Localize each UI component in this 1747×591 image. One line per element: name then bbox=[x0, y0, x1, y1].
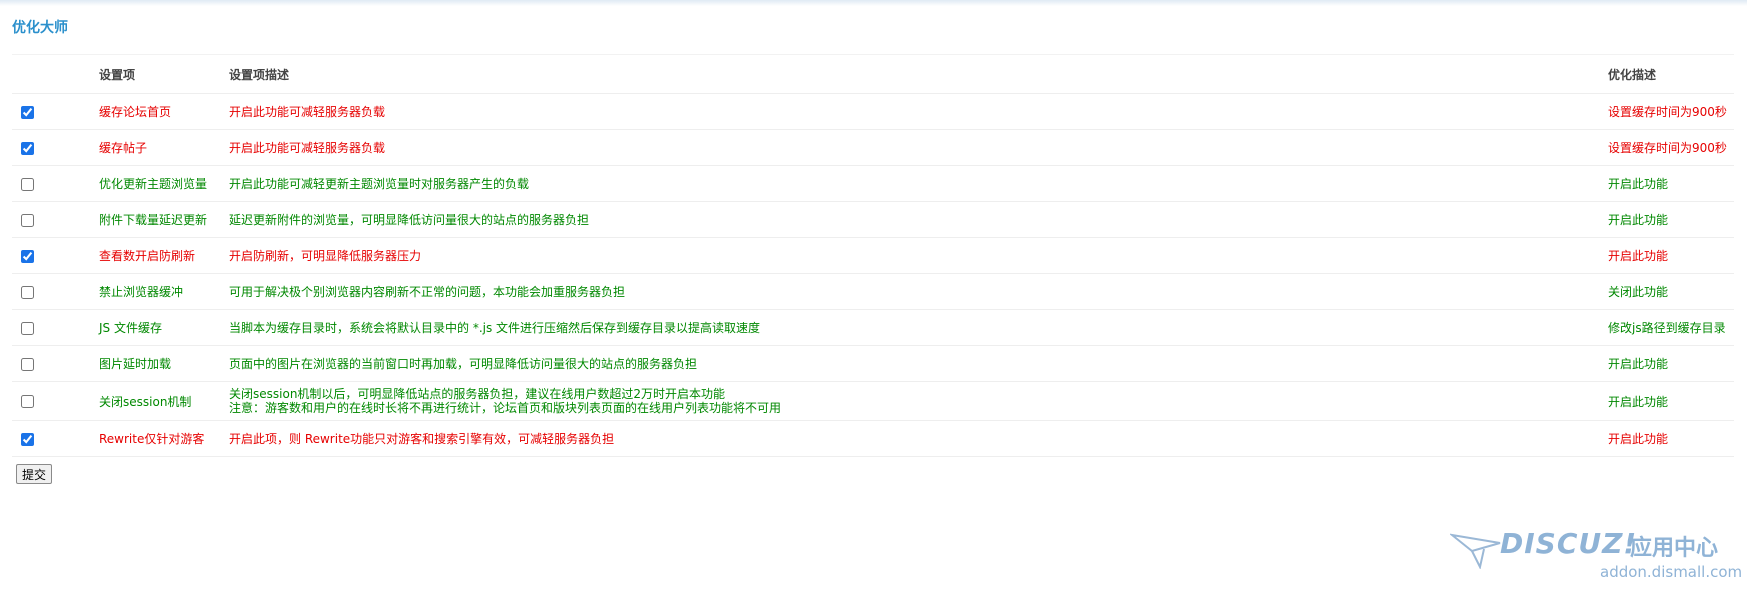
table-row: Rewrite仅针对游客 开启此项，则 Rewrite功能只对游客和搜索引擎有效，… bbox=[12, 420, 1734, 457]
optimization-description: 设置缓存时间为900秒 bbox=[1608, 93, 1734, 130]
row-checkbox-cell bbox=[12, 93, 99, 130]
description-line: 关闭session机制以后，可明显降低站点的服务器负担，建议在线用户数超过2万时… bbox=[229, 387, 726, 401]
top-gradient-bar bbox=[0, 0, 1747, 6]
description-line: 可用于解决极个别浏览器内容刷新不正常的问题，本功能会加重服务器负担 bbox=[229, 284, 626, 299]
optimization-description: 修改js路径到缓存目录 bbox=[1608, 309, 1734, 346]
row-checkbox-cell bbox=[12, 345, 99, 382]
table-row: 附件下载量延迟更新 延迟更新附件的浏览量，可明显降低访问量很大的站点的服务器负担 开… bbox=[12, 201, 1734, 238]
optimization-description: 开启此功能 bbox=[1608, 420, 1734, 457]
description-line: 注意：游客数和用户的在线时长将不再进行统计，论坛首页和版块列表页面的在线用户列表… bbox=[229, 401, 782, 415]
setting-checkbox[interactable] bbox=[21, 321, 34, 335]
row-checkbox-cell bbox=[12, 165, 99, 202]
setting-name: 优化更新主题浏览量 bbox=[99, 165, 229, 202]
optimization-description: 设置缓存时间为900秒 bbox=[1608, 129, 1734, 166]
setting-description: 开启此项，则 Rewrite功能只对游客和搜索引擎有效，可减轻服务器负担 bbox=[229, 420, 1608, 457]
table-row: 缓存论坛首页 开启此功能可减轻服务器负载 设置缓存时间为900秒 bbox=[12, 93, 1734, 130]
setting-checkbox[interactable] bbox=[21, 395, 34, 408]
setting-description: 开启此功能可减轻更新主题浏览量时对服务器产生的负载 bbox=[229, 165, 1608, 202]
setting-checkbox[interactable] bbox=[21, 285, 34, 299]
settings-table: 设置项 设置项描述 优化描述 缓存论坛首页 开启此功能可减轻服务器负载 设置缓存时间… bbox=[12, 54, 1734, 457]
table-row: JS 文件缓存 当脚本为缓存目录时，系统会将默认目录中的 *.js 文件进行压缩然… bbox=[12, 309, 1734, 346]
setting-name: JS 文件缓存 bbox=[99, 309, 229, 346]
setting-description: 当脚本为缓存目录时，系统会将默认目录中的 *.js 文件进行压缩然后保存到缓存目… bbox=[229, 309, 1608, 346]
setting-name: Rewrite仅针对游客 bbox=[99, 420, 229, 457]
setting-name: 查看数开启防刷新 bbox=[99, 237, 229, 274]
table-row: 缓存帖子 开启此功能可减轻服务器负载 设置缓存时间为900秒 bbox=[12, 129, 1734, 166]
setting-name: 缓存帖子 bbox=[99, 129, 229, 166]
row-checkbox-cell bbox=[12, 420, 99, 457]
description-line: 开启此功能可减轻更新主题浏览量时对服务器产生的负载 bbox=[229, 176, 530, 191]
setting-description: 开启此功能可减轻服务器负载 bbox=[229, 129, 1608, 166]
table-row: 查看数开启防刷新 开启防刷新，可明显降低服务器压力 开启此功能 bbox=[12, 237, 1734, 274]
watermark-brand: DISCUZ! bbox=[1500, 527, 1638, 560]
watermark-url: addon.dismall.com bbox=[1600, 563, 1743, 581]
setting-description: 延迟更新附件的浏览量，可明显降低访问量很大的站点的服务器负担 bbox=[229, 201, 1608, 238]
watermark-brand-cn: 应用中心 bbox=[1630, 536, 1719, 561]
setting-description: 关闭session机制以后，可明显降低站点的服务器负担，建议在线用户数超过2万时… bbox=[229, 381, 1608, 421]
setting-checkbox[interactable] bbox=[21, 357, 34, 371]
table-header-row: 设置项 设置项描述 优化描述 bbox=[12, 54, 1734, 94]
row-checkbox-cell bbox=[12, 273, 99, 310]
description-line: 开启此项，则 Rewrite功能只对游客和搜索引擎有效，可减轻服务器负担 bbox=[229, 431, 615, 446]
optimization-description: 开启此功能 bbox=[1608, 381, 1734, 421]
description-line: 页面中的图片在浏览器的当前窗口时再加载，可明显降低访问量很大的站点的服务器负担 bbox=[229, 356, 698, 371]
header-checkbox-cell bbox=[12, 54, 99, 94]
setting-description: 开启防刷新，可明显降低服务器压力 bbox=[229, 237, 1608, 274]
description-line: 当脚本为缓存目录时，系统会将默认目录中的 *.js 文件进行压缩然后保存到缓存目… bbox=[229, 320, 761, 335]
header-setting-item: 设置项 bbox=[99, 54, 229, 94]
optimization-description: 开启此功能 bbox=[1608, 165, 1734, 202]
setting-checkbox[interactable] bbox=[21, 141, 34, 155]
setting-description: 可用于解决极个别浏览器内容刷新不正常的问题，本功能会加重服务器负担 bbox=[229, 273, 1608, 310]
row-checkbox-cell bbox=[12, 201, 99, 238]
header-setting-description: 设置项描述 bbox=[229, 54, 1608, 94]
description-line: 延迟更新附件的浏览量，可明显降低访问量很大的站点的服务器负担 bbox=[229, 212, 590, 227]
row-checkbox-cell bbox=[12, 309, 99, 346]
table-row: 图片延时加载 页面中的图片在浏览器的当前窗口时再加载，可明显降低访问量很大的站点的… bbox=[12, 345, 1734, 382]
setting-checkbox[interactable] bbox=[21, 432, 34, 446]
setting-name: 图片延时加载 bbox=[99, 345, 229, 382]
submit-button[interactable]: 提交 bbox=[16, 464, 53, 484]
setting-description: 页面中的图片在浏览器的当前窗口时再加载，可明显降低访问量很大的站点的服务器负担 bbox=[229, 345, 1608, 382]
table-row: 禁止浏览器缓冲 可用于解决极个别浏览器内容刷新不正常的问题，本功能会加重服务器负担… bbox=[12, 273, 1734, 310]
row-checkbox-cell bbox=[12, 381, 99, 421]
optimization-description: 开启此功能 bbox=[1608, 201, 1734, 238]
paper-plane-icon bbox=[1450, 533, 1501, 569]
setting-name: 关闭session机制 bbox=[99, 381, 229, 421]
setting-name: 禁止浏览器缓冲 bbox=[99, 273, 229, 310]
description-line: 开启此功能可减轻服务器负载 bbox=[229, 140, 386, 155]
optimization-description: 关闭此功能 bbox=[1608, 273, 1734, 310]
page-title: 优化大师 bbox=[12, 20, 68, 36]
table-row: 优化更新主题浏览量 开启此功能可减轻更新主题浏览量时对服务器产生的负载 开启此功能 bbox=[12, 165, 1734, 202]
setting-name: 附件下载量延迟更新 bbox=[99, 201, 229, 238]
setting-checkbox[interactable] bbox=[21, 105, 34, 119]
setting-checkbox[interactable] bbox=[21, 213, 34, 227]
discuz-watermark: DISCUZ! 应用中心 addon.dismall.com bbox=[1450, 525, 1743, 589]
row-checkbox-cell bbox=[12, 237, 99, 274]
optimization-description: 开启此功能 bbox=[1608, 345, 1734, 382]
table-row: 关闭session机制 关闭session机制以后，可明显降低站点的服务器负担，建… bbox=[12, 381, 1734, 421]
setting-description: 开启此功能可减轻服务器负载 bbox=[229, 93, 1608, 130]
setting-checkbox[interactable] bbox=[21, 249, 34, 263]
header-optimization-description: 优化描述 bbox=[1608, 54, 1734, 94]
optimization-description: 开启此功能 bbox=[1608, 237, 1734, 274]
setting-name: 缓存论坛首页 bbox=[99, 93, 229, 130]
description-line: 开启此功能可减轻服务器负载 bbox=[229, 104, 386, 119]
setting-checkbox[interactable] bbox=[21, 177, 34, 191]
description-line: 开启防刷新，可明显降低服务器压力 bbox=[229, 248, 422, 263]
row-checkbox-cell bbox=[12, 129, 99, 166]
